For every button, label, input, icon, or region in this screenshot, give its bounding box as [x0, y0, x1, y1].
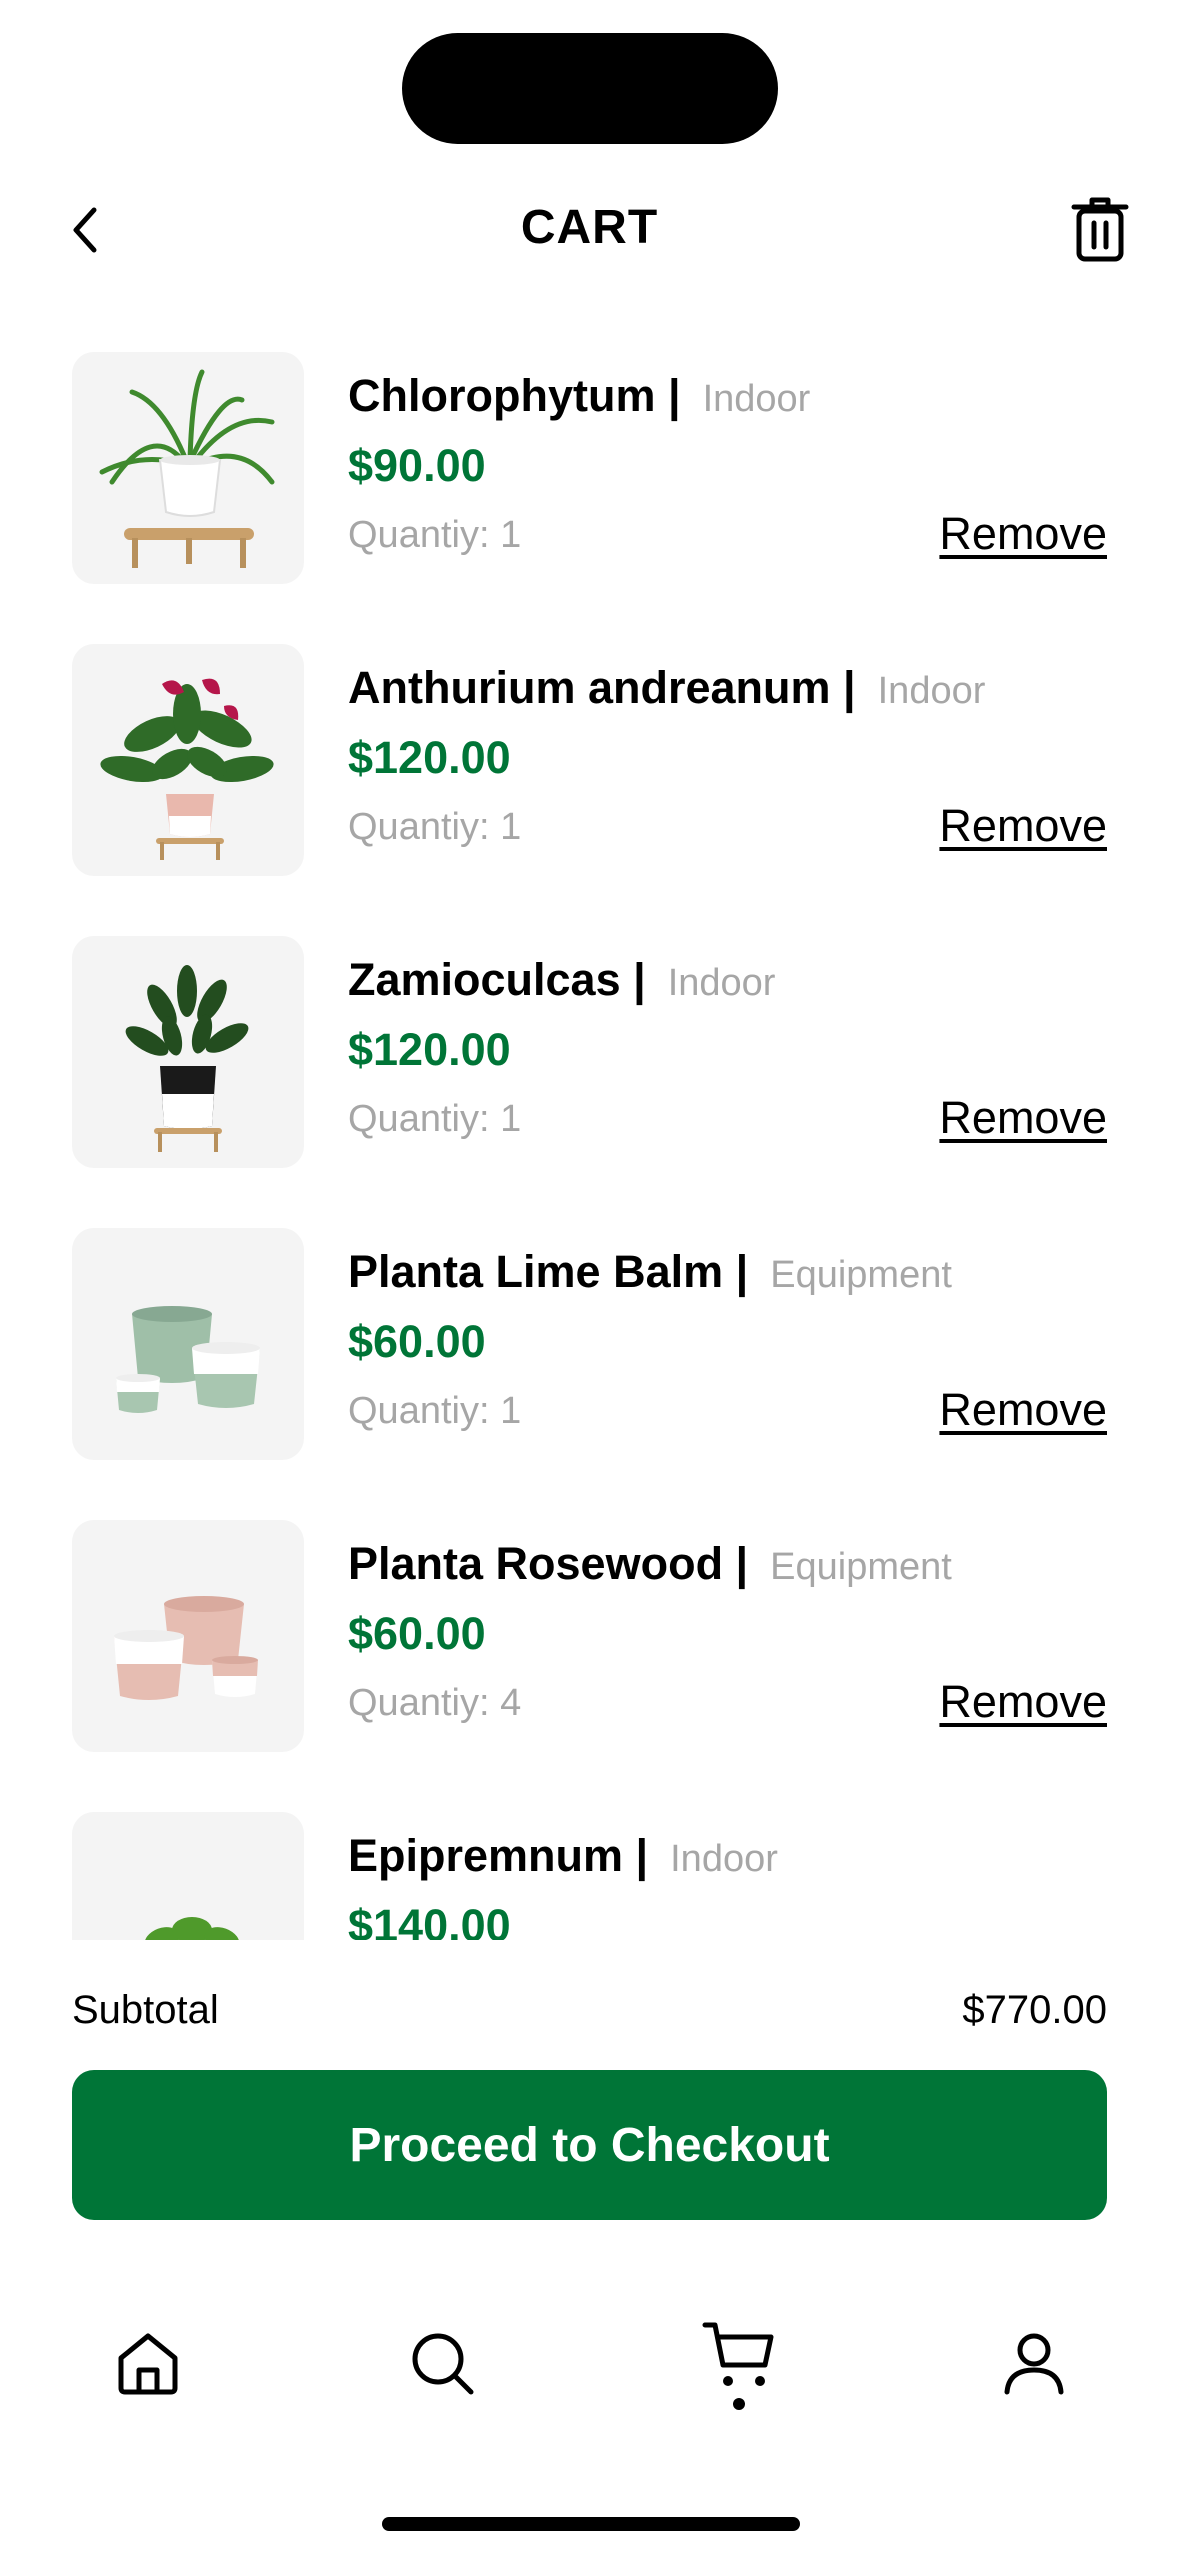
trash-icon [1071, 197, 1129, 262]
zz-plant-image [125, 965, 249, 1152]
product-category: Equipment [770, 1254, 952, 1296]
checkout-button[interactable]: Proceed to Checkout [72, 2070, 1107, 2220]
product-quantity: Quantiy: 1 [348, 806, 522, 848]
page-title: CART [520, 201, 659, 254]
product-image[interactable] [72, 352, 304, 584]
subtotal-value: $770.00 [962, 1988, 1107, 2032]
tab-home[interactable] [103, 2318, 193, 2408]
home-icon [118, 2333, 178, 2395]
cart-item: Planta Lime Balm | Equipment $60.00 Quant… [72, 1228, 1107, 1460]
spider-plant-image [99, 369, 275, 568]
product-name: Epipremnum | [348, 1830, 649, 1881]
cart-item: Epipremnum | Indoor $140.00 [72, 1812, 1107, 1940]
remove-button[interactable]: Remove [939, 1092, 1107, 1144]
product-price: $60.00 [348, 1316, 486, 1367]
cart-icon [702, 2322, 774, 2386]
tab-cart[interactable] [694, 2310, 784, 2400]
product-category: Indoor [670, 1838, 778, 1880]
product-name: Anthurium andreanum | [348, 662, 856, 713]
home-indicator[interactable] [382, 2517, 800, 2531]
remove-button[interactable]: Remove [939, 508, 1107, 560]
product-quantity: Quantiy: 1 [348, 1098, 522, 1140]
green-pots-image [116, 1306, 260, 1413]
product-quantity: Quantiy: 1 [348, 514, 522, 556]
subtotal-row: Subtotal $770.00 [72, 1988, 1107, 2044]
product-price: $60.00 [348, 1608, 486, 1659]
product-name: Zamioculcas | [348, 954, 646, 1005]
user-icon [1004, 2333, 1064, 2395]
remove-button[interactable]: Remove [939, 1676, 1107, 1728]
search-icon [412, 2333, 474, 2395]
tab-profile[interactable] [989, 2318, 1079, 2408]
pothos-image [144, 1917, 240, 1940]
product-quantity: Quantiy: 1 [348, 1390, 522, 1432]
product-price: $120.00 [348, 732, 511, 783]
product-category: Indoor [667, 962, 776, 1004]
product-category: Indoor [702, 378, 811, 420]
product-category: Equipment [770, 1546, 952, 1588]
cart-item: Chlorophytum | Indoor $90.00 Quantiy: 1 R… [72, 352, 1107, 584]
product-image[interactable] [72, 936, 304, 1168]
remove-button[interactable]: Remove [939, 1384, 1107, 1436]
product-image[interactable] [72, 1228, 304, 1460]
tab-search[interactable] [397, 2318, 487, 2408]
bottom-tab-bar [0, 2290, 1179, 2440]
active-tab-indicator [733, 2398, 745, 2410]
subtotal-label: Subtotal [72, 1988, 219, 2032]
product-image[interactable] [72, 644, 304, 876]
product-name: Chlorophytum | [348, 370, 681, 421]
anthurium-image [100, 678, 274, 860]
cart-list[interactable]: Chlorophytum | Indoor $90.00 Quantiy: 1 R… [0, 352, 1179, 1940]
cart-item: Zamioculcas | Indoor $120.00 Quantiy: 1 R… [72, 936, 1107, 1168]
product-price: $90.00 [348, 440, 486, 491]
product-image[interactable] [72, 1520, 304, 1752]
cart-item: Planta Rosewood | Equipment $60.00 Quanti… [72, 1520, 1107, 1752]
dynamic-island [402, 33, 778, 144]
product-category: Indoor [877, 670, 986, 712]
cart-item: Anthurium andreanum | Indoor $120.00 Quan… [72, 644, 1107, 876]
product-price: $120.00 [348, 1024, 511, 1075]
clear-cart-button[interactable] [1060, 190, 1140, 270]
header: CART [0, 160, 1179, 300]
pink-pots-image [114, 1596, 258, 1700]
product-image[interactable] [72, 1812, 304, 1940]
remove-button[interactable]: Remove [939, 800, 1107, 852]
product-quantity: Quantiy: 4 [348, 1682, 522, 1724]
product-price: $140.00 [348, 1900, 511, 1940]
product-name: Planta Rosewood | [348, 1538, 749, 1589]
product-name: Planta Lime Balm | [348, 1246, 749, 1297]
